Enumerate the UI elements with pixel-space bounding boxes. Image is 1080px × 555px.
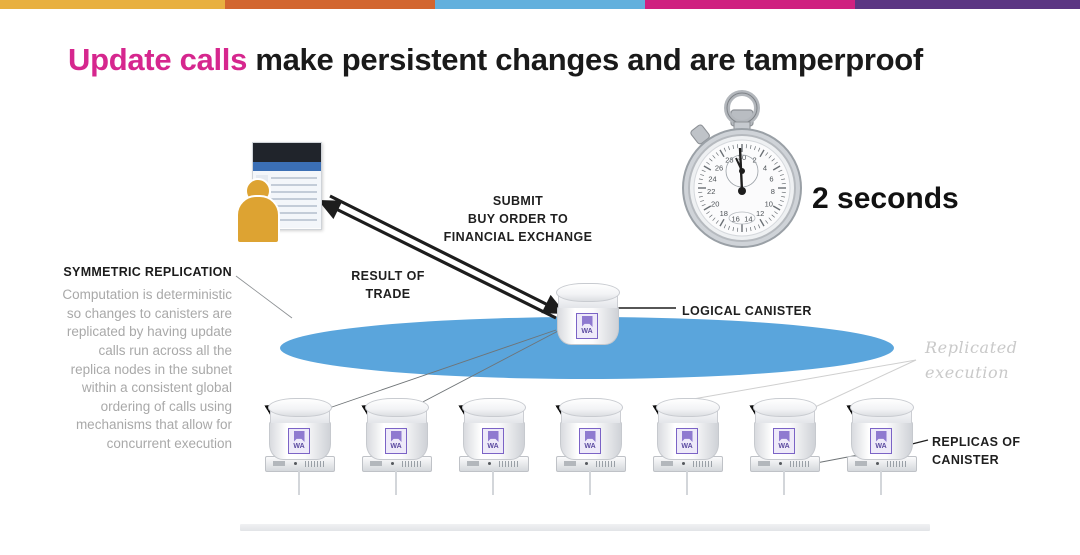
replica-badge-glyph bbox=[584, 431, 596, 442]
replicas-of-canister-label: REPLICAS OF CANISTER bbox=[932, 435, 1021, 468]
replica-badge-label: WA bbox=[681, 443, 693, 450]
replicated-execution-label: Replicated execution bbox=[925, 338, 1018, 382]
replica-cable bbox=[589, 470, 591, 495]
replica-badge-glyph bbox=[487, 431, 499, 442]
replica-cable bbox=[783, 470, 785, 495]
replica-badge-label: WA bbox=[778, 443, 790, 450]
svg-text:18: 18 bbox=[720, 209, 728, 218]
logical-canister-label: LOGICAL CANISTER bbox=[682, 304, 812, 318]
seconds-label: 2 seconds bbox=[812, 182, 959, 215]
replica-node: WA bbox=[847, 398, 917, 495]
replica-cable bbox=[395, 470, 397, 495]
canister-badge-label: WA bbox=[581, 328, 593, 335]
svg-text:12: 12 bbox=[756, 209, 764, 218]
replica-cable bbox=[880, 470, 882, 495]
result-of-trade-label: RESULT OF TRADE bbox=[351, 269, 425, 302]
replica-badge: WA bbox=[676, 428, 698, 454]
replica-node: WA bbox=[556, 398, 626, 495]
replica-node: WA bbox=[653, 398, 723, 495]
svg-text:26: 26 bbox=[715, 163, 723, 172]
svg-text:28: 28 bbox=[725, 156, 733, 165]
svg-text:6: 6 bbox=[769, 174, 773, 183]
slide-canvas: Update calls make persistent changes and… bbox=[0, 0, 1080, 555]
replica-badge-glyph bbox=[390, 431, 402, 442]
replica-badge: WA bbox=[579, 428, 601, 454]
replica-badge: WA bbox=[482, 428, 504, 454]
replica-node: WA bbox=[750, 398, 820, 495]
svg-text:30: 30 bbox=[738, 153, 746, 162]
svg-text:22: 22 bbox=[707, 187, 715, 196]
canister-badge-glyph bbox=[581, 316, 593, 327]
replica-badge-glyph bbox=[293, 431, 305, 442]
replica-cable bbox=[492, 470, 494, 495]
logical-canister: WA bbox=[556, 283, 620, 345]
replica-badge-glyph bbox=[778, 431, 790, 442]
replica-badge-label: WA bbox=[584, 443, 596, 450]
replica-badge-label: WA bbox=[390, 443, 402, 450]
replica-badge-glyph bbox=[681, 431, 693, 442]
replica-badge: WA bbox=[288, 428, 310, 454]
replica-node: WA bbox=[362, 398, 432, 495]
stopwatch-icon: 246810121416182022242628 30 bbox=[682, 90, 802, 248]
replica-node: WA bbox=[459, 398, 529, 495]
data-center-floor-bar bbox=[240, 524, 930, 531]
svg-text:10: 10 bbox=[765, 200, 773, 209]
svg-text:8: 8 bbox=[771, 187, 775, 196]
replica-badge-glyph bbox=[875, 431, 887, 442]
svg-text:4: 4 bbox=[763, 163, 767, 172]
replica-badge: WA bbox=[385, 428, 407, 454]
replica-node: WA bbox=[265, 398, 335, 495]
replica-cable bbox=[298, 470, 300, 495]
replica-badge: WA bbox=[870, 428, 892, 454]
replica-badge-label: WA bbox=[875, 443, 887, 450]
svg-text:20: 20 bbox=[711, 200, 719, 209]
replica-badge-label: WA bbox=[293, 443, 305, 450]
submit-order-label: SUBMIT BUY ORDER TO FINANCIAL EXCHANGE bbox=[443, 194, 593, 245]
svg-text:24: 24 bbox=[708, 174, 716, 183]
replica-badge-label: WA bbox=[487, 443, 499, 450]
canister-badge: WA bbox=[576, 313, 598, 339]
replica-badge: WA bbox=[773, 428, 795, 454]
replica-cable bbox=[686, 470, 688, 495]
